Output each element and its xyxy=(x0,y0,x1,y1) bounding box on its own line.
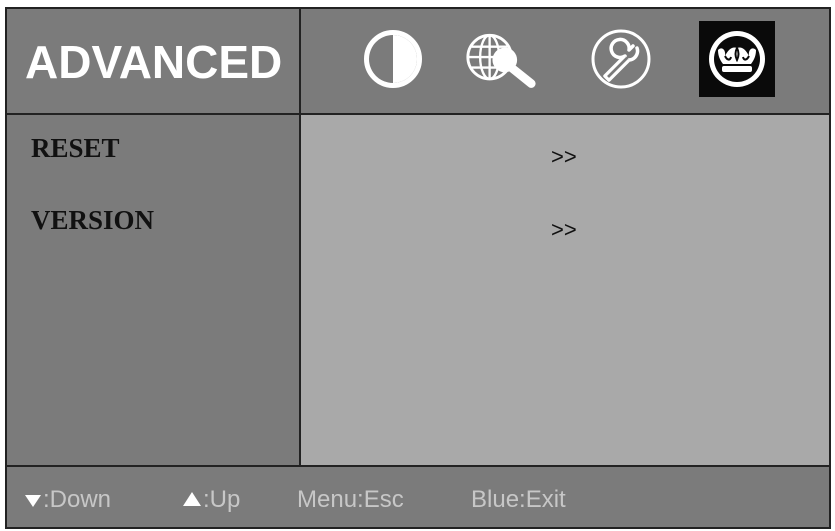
menu-item-version[interactable]: VERSION xyxy=(31,205,154,235)
key-hints-bar: :Down :Up Menu:Esc Blue:Exit xyxy=(7,465,829,527)
menu-item-reset[interactable]: RESET xyxy=(31,133,120,163)
tab-advanced[interactable] xyxy=(699,21,775,97)
down-arrow-icon xyxy=(25,494,41,507)
up-arrow-icon xyxy=(183,491,201,506)
menu-values: >> >> xyxy=(301,115,829,465)
menu-list: RESET VERSION xyxy=(7,115,301,465)
reset-enter-arrow[interactable]: >> xyxy=(551,145,577,169)
hint-up: :Up xyxy=(183,487,240,513)
tab-picture[interactable] xyxy=(357,23,429,95)
osd-menu: ADVANCED RESET VERSION >> >>:Down:Up M… xyxy=(5,7,831,529)
version-enter-arrow[interactable]: >> xyxy=(551,218,577,242)
picture-contrast-icon xyxy=(364,30,422,88)
hint-down: :Down xyxy=(25,487,111,513)
globe-search-icon xyxy=(466,33,536,88)
header-title-area: ADVANCED xyxy=(7,9,301,113)
hint-up-label: :Up xyxy=(203,486,241,513)
hint-down-label: :Down xyxy=(43,486,112,513)
tab-language[interactable] xyxy=(465,23,537,95)
hint-menu: Menu:Esc xyxy=(297,486,404,513)
wrench-icon xyxy=(591,29,651,89)
hint-blue: Blue:Exit xyxy=(471,486,566,513)
tab-setup[interactable] xyxy=(585,23,657,95)
crown-icon xyxy=(709,31,765,87)
category-tabs xyxy=(301,9,829,113)
page-title: ADVANCED xyxy=(25,36,283,88)
